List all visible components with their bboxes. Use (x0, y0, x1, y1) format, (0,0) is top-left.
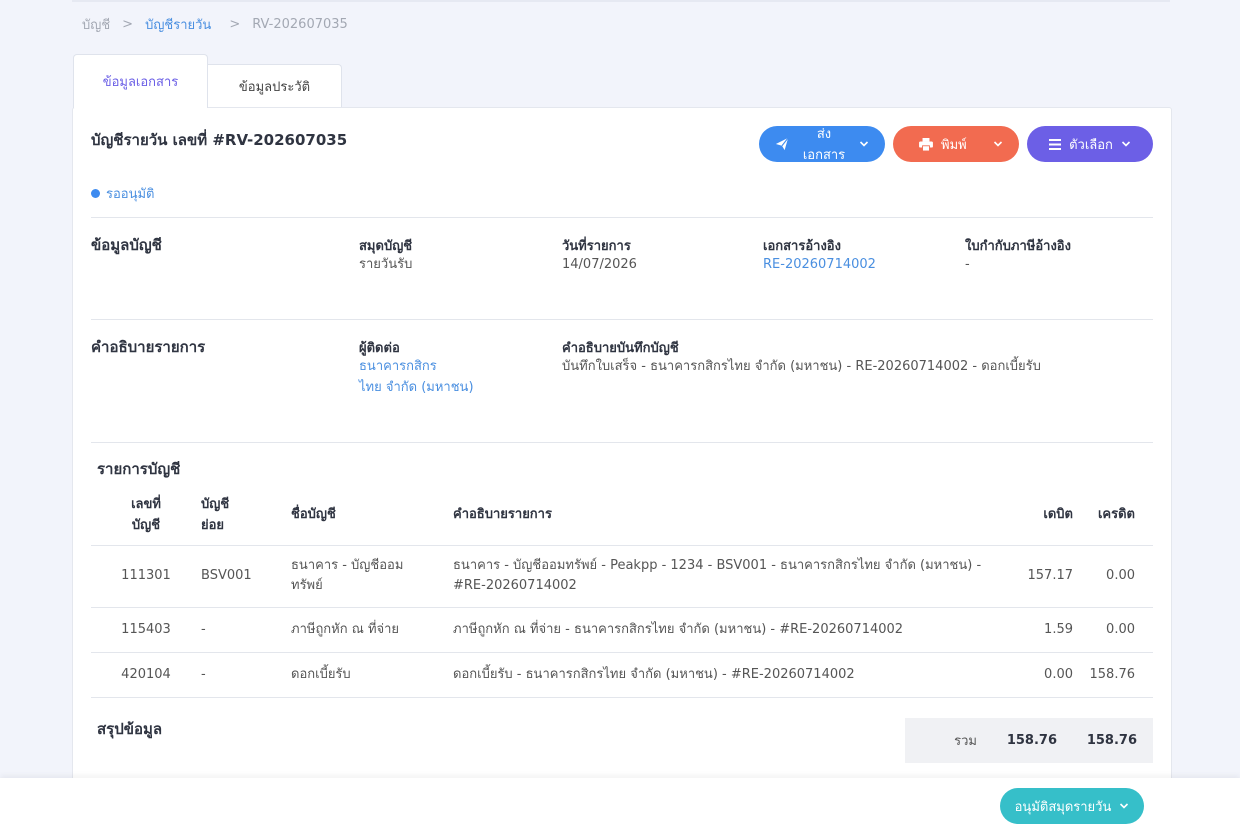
print-button[interactable]: พิมพ์ (893, 126, 1019, 162)
cell-account-name: ภาษีถูกหัก ณ ที่จ่าย (291, 607, 453, 653)
cell-account-no: 111301 (91, 545, 201, 608)
status-text: รออนุมัติ (106, 187, 155, 202)
journal-book-label: สมุดบัญชี (359, 239, 413, 254)
cell-credit: 0.00 (1073, 607, 1153, 653)
print-main-action[interactable]: พิมพ์ (919, 134, 975, 155)
tab-document-info[interactable]: ข้อมูลเอกสาร (73, 54, 208, 108)
divider (91, 319, 1153, 320)
divider (91, 217, 1153, 218)
summary-title: สรุปข้อมูล (97, 720, 163, 738)
cell-description: ภาษีถูกหัก ณ ที่จ่าย - ธนาคารกสิกรไทย จำ… (453, 607, 993, 653)
printer-icon (919, 137, 933, 151)
header-credit: เครดิต (1073, 485, 1153, 546)
memo-label: คำอธิบายบันทึกบัญชี (562, 341, 679, 356)
journal-book-value: รายวันรับ (359, 257, 413, 272)
reference-document-link[interactable]: RE-20260714002 (763, 254, 876, 275)
print-label: พิมพ์ (941, 136, 967, 152)
send-document-label: ส่งเอกสาร (802, 126, 846, 162)
reference-document-label: เอกสารอ้างอิง (763, 239, 841, 254)
tab-bar: ข้อมูลเอกสาร ข้อมูลประวัติ (73, 54, 342, 108)
cell-credit: 158.76 (1073, 652, 1153, 698)
chevron-down-icon (859, 141, 869, 147)
cell-account-name: ธนาคาร - บัญชีออม ทรัพย์ (291, 545, 453, 608)
summary-total-credit: 158.76 (1086, 733, 1137, 748)
cell-debit: 157.17 (993, 545, 1073, 608)
table-header-row: เลขที่ บัญชี บัญชี ย่อย ชื่อบัญชี คำอธิบาย… (91, 485, 1153, 546)
action-buttons: ส่งเอกสาร พิมพ์ ตัวเลือก (759, 126, 1153, 162)
breadcrumb: บัญชี > บัญชีรายวัน > RV-202607035 (82, 14, 348, 35)
options-button[interactable]: ตัวเลือก (1027, 126, 1153, 162)
table-row: 111301 BSV001 ธนาคาร - บัญชีออม ทรัพย์ ธน… (91, 545, 1153, 608)
breadcrumb-item-journal[interactable]: บัญชีรายวัน (145, 14, 211, 35)
document-card: บัญชีรายวัน เลขที่ #RV-202607035 ส่งเอกส… (72, 107, 1172, 807)
table-row: 115403 - ภาษีถูกหัก ณ ที่จ่าย ภาษีถูกหัก… (91, 607, 1153, 653)
tab-history[interactable]: ข้อมูลประวัติ (207, 64, 342, 108)
header-debit: เดบิต (993, 485, 1073, 546)
summary-total-label: รวม (954, 734, 977, 749)
account-info-title: ข้อมูลบัญชี (91, 236, 162, 254)
top-divider (72, 0, 1170, 2)
description-title: คำอธิบายรายการ (91, 338, 206, 356)
header-account-name: ชื่อบัญชี (291, 485, 453, 546)
status-badge: รออนุมัติ (91, 183, 155, 204)
chevron-down-icon[interactable] (993, 139, 1003, 149)
breadcrumb-item-accounting[interactable]: บัญชี (82, 14, 110, 35)
chevron-down-icon (1121, 141, 1130, 147)
cell-sub-account: - (201, 607, 291, 653)
status-dot-icon (91, 189, 100, 198)
contact-link-line2[interactable]: ไทย จำกัด (มหาชน) (359, 377, 474, 398)
chevron-down-icon (1120, 803, 1129, 809)
contact-label: ผู้ติดต่อ (359, 341, 400, 356)
divider (91, 442, 1153, 443)
summary-total-box: รวม 158.76 158.76 (905, 718, 1153, 763)
cell-sub-account: - (201, 652, 291, 698)
menu-icon (1049, 138, 1062, 150)
cell-account-no: 115403 (91, 607, 201, 653)
transaction-date-label: วันที่รายการ (562, 239, 631, 254)
summary-total-debit: 158.76 (1006, 733, 1057, 748)
cell-sub-account: BSV001 (201, 545, 291, 608)
memo-value: บันทึกใบเสร็จ - ธนาคารกสิกรไทย จำกัด (มห… (562, 359, 1041, 374)
cell-debit: 1.59 (993, 607, 1073, 653)
cell-account-no: 420104 (91, 652, 201, 698)
entries-table: เลขที่ บัญชี บัญชี ย่อย ชื่อบัญชี คำอธิบาย… (91, 485, 1153, 698)
cell-description: ดอกเบี้ยรับ - ธนาคารกสิกรไทย จำกัด (มหาช… (453, 652, 993, 698)
breadcrumb-separator: > (229, 17, 241, 32)
tax-invoice-ref-label: ใบกำกับภาษีอ้างอิง (965, 239, 1071, 254)
entries-title: รายการบัญชี (97, 460, 181, 478)
breadcrumb-separator: > (122, 17, 134, 32)
header-account-no: เลขที่ บัญชี (91, 485, 201, 546)
cell-account-name: ดอกเบี้ยรับ (291, 652, 453, 698)
cell-credit: 0.00 (1073, 545, 1153, 608)
approve-journal-label: อนุมัติสมุดรายวัน (1014, 799, 1112, 815)
approve-journal-button[interactable]: อนุมัติสมุดรายวัน (1000, 788, 1144, 824)
table-row: 420104 - ดอกเบี้ยรับ ดอกเบี้ยรับ - ธนาคา… (91, 652, 1153, 698)
transaction-date-value: 14/07/2026 (562, 257, 637, 272)
paper-plane-icon (775, 137, 789, 151)
breadcrumb-item-current: RV-202607035 (252, 17, 348, 32)
page-title: บัญชีรายวัน เลขที่ #RV-202607035 (91, 131, 348, 149)
tax-invoice-ref-value: - (965, 257, 970, 272)
cell-debit: 0.00 (993, 652, 1073, 698)
options-label: ตัวเลือก (1069, 136, 1113, 152)
header-sub-account: บัญชี ย่อย (201, 485, 291, 546)
send-document-button[interactable]: ส่งเอกสาร (759, 126, 885, 162)
contact-link-line1[interactable]: ธนาคารกสิกร (359, 356, 437, 377)
header-description: คำอธิบายรายการ (453, 485, 993, 546)
cell-description: ธนาคาร - บัญชีออมทรัพย์ - Peakpp - 1234 … (453, 545, 993, 608)
